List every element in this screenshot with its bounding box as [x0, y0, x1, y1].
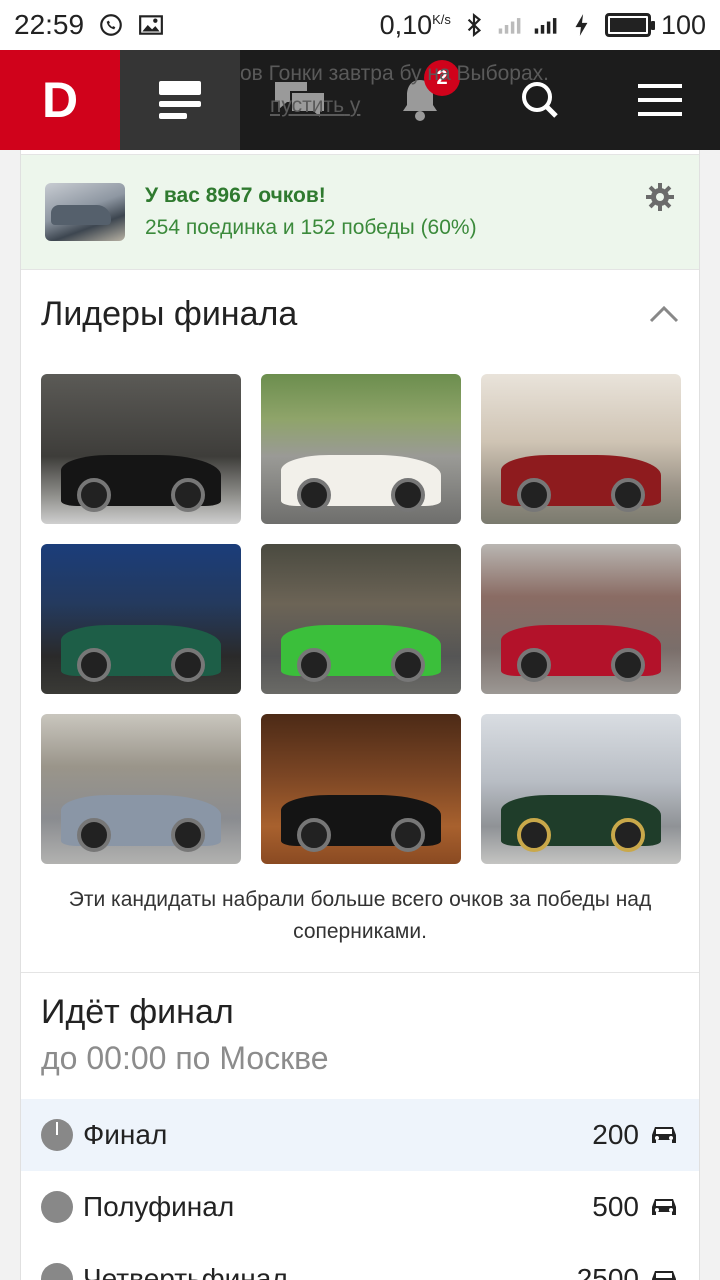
user-score-box: У вас 8967 очков! 254 поединка и 152 поб… — [21, 154, 699, 270]
nav-messages-button[interactable] — [240, 50, 360, 150]
signal-weak-icon — [498, 18, 521, 34]
nav-feed-button[interactable] — [120, 50, 240, 150]
image-icon — [139, 15, 163, 35]
user-car-thumbnail[interactable] — [45, 183, 125, 241]
search-icon — [522, 82, 558, 118]
final-deadline: до 00:00 по Москве — [41, 1040, 329, 1076]
battery-percent: 100 — [660, 9, 706, 40]
black-golf-photo[interactable] — [261, 714, 461, 864]
car-icon — [652, 1271, 676, 1280]
round-label: Полуфинал — [83, 1191, 235, 1222]
mercedes-wagons-photo[interactable] — [41, 714, 241, 864]
gear-icon[interactable] — [645, 182, 675, 212]
green-hatchback-photo[interactable] — [41, 544, 241, 694]
final-header: Идёт финал до 00:00 по Москве — [21, 973, 699, 1077]
clock-icon — [41, 1119, 73, 1151]
feed-icon — [159, 81, 201, 119]
green-moskvich-photo[interactable] — [261, 544, 461, 694]
leaders-header[interactable]: Лидеры финала — [21, 270, 699, 358]
red-pickup-photo[interactable] — [481, 544, 681, 694]
messages-icon — [275, 82, 326, 122]
round-value: 200 — [592, 1119, 639, 1150]
leaders-title: Лидеры финала — [41, 294, 298, 333]
round-label: Финал — [83, 1119, 168, 1150]
chevron-up-icon[interactable] — [649, 305, 679, 323]
car-icon — [652, 1127, 676, 1143]
round-label: Четвертьфинал — [83, 1263, 288, 1280]
nav-notifications-button[interactable]: 2 — [360, 50, 480, 150]
user-stats: 254 поединка и 152 победы (60%) — [145, 216, 477, 239]
net-speed: 0,10K/s — [379, 9, 451, 40]
leaders-grid — [21, 358, 699, 864]
round-dot-icon — [41, 1263, 73, 1280]
red-volga-photo[interactable] — [481, 374, 681, 524]
nav-menu-button[interactable] — [600, 50, 720, 150]
status-time: 22:59 — [14, 9, 85, 40]
final-title: Идёт финал — [41, 993, 234, 1031]
round-semifinal[interactable]: Полуфинал 500 — [21, 1171, 699, 1243]
round-value: 500 — [592, 1191, 639, 1222]
content-card: У вас 8967 очков! 254 поединка и 152 поб… — [20, 150, 700, 1280]
round-dot-icon — [41, 1191, 73, 1223]
notification-badge: 2 — [424, 60, 460, 96]
green-roadster-photo[interactable] — [481, 714, 681, 864]
charging-icon — [575, 14, 588, 36]
round-final[interactable]: Финал 200 — [21, 1099, 699, 1171]
bluetooth-icon — [467, 12, 481, 38]
black-sedan-photo[interactable] — [41, 374, 241, 524]
whatsapp-icon — [100, 14, 122, 36]
leaders-caption: Эти кандидаты набрали больше всего очков… — [21, 864, 699, 973]
white-convertible-photo[interactable] — [261, 374, 461, 524]
top-nav: D 2 ов Гонки завтра бу на Выборах. пусти… — [0, 50, 720, 150]
battery-icon — [604, 13, 655, 37]
nav-search-button[interactable] — [480, 50, 600, 150]
signal-4g-icon — [534, 18, 557, 34]
car-icon — [652, 1199, 676, 1215]
user-points: У вас 8967 очков! — [145, 184, 326, 207]
status-bar: 22:59 0,10K/s 100 — [0, 0, 720, 50]
drive2-logo[interactable]: D — [0, 50, 120, 150]
hamburger-menu-icon — [638, 84, 682, 116]
round-quarterfinal[interactable]: Четвертьфинал 2500 — [21, 1243, 699, 1280]
round-value: 2500 — [576, 1263, 639, 1280]
rounds-list: Финал 200 Полуфинал 500 Четвертьфинал 25… — [21, 1099, 699, 1280]
